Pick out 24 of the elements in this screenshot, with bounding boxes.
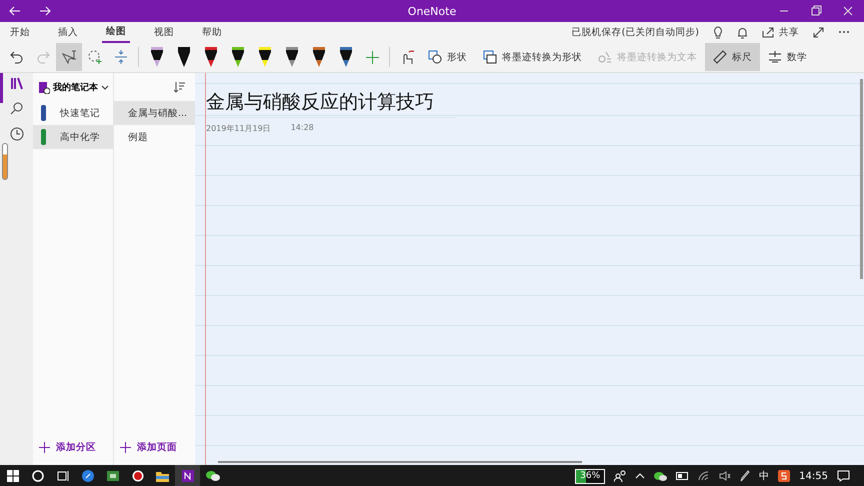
section-item[interactable]: 快速笔记 — [33, 101, 113, 125]
ruler-button[interactable]: 标尺 — [705, 43, 760, 71]
ribbon-tab[interactable]: 绘图 — [102, 22, 130, 42]
page-item[interactable]: 金属与硝酸... — [114, 101, 195, 125]
add-section-button[interactable]: 添加分区 — [33, 429, 113, 465]
ribbon-tab[interactable]: 开始 — [6, 22, 34, 42]
add-page-button[interactable]: 添加页面 — [114, 429, 195, 465]
ribbon-tab[interactable]: 视图 — [150, 22, 178, 42]
section-item[interactable]: 高中化学 — [33, 125, 113, 149]
ribbon-tab[interactable]: 插入 — [54, 22, 82, 42]
page-date: 2019年11月19日 — [206, 123, 271, 134]
taskbar-clock[interactable]: 14:55 — [799, 470, 828, 482]
share-button[interactable]: 共享 — [762, 23, 799, 41]
ribbon-tab[interactable]: 帮助 — [198, 22, 226, 42]
window-title: OneNote — [408, 4, 456, 18]
math-button[interactable]: 数学 — [760, 43, 815, 71]
page-time: 14:28 — [290, 123, 314, 134]
page-item[interactable]: 例题 — [114, 125, 195, 149]
input-method-indicator[interactable]: 中 — [759, 469, 770, 483]
sync-status: 已脱机保存(已关闭自动同步) — [572, 26, 699, 38]
shape-button[interactable]: 形状 — [420, 43, 475, 71]
page-title[interactable]: 金属与硝酸反应的计算技巧 — [206, 89, 456, 118]
notebook-name[interactable]: 我的笔记本 — [53, 80, 98, 94]
ink-to-shape-button[interactable]: 将墨迹转换为形状 — [475, 43, 590, 71]
